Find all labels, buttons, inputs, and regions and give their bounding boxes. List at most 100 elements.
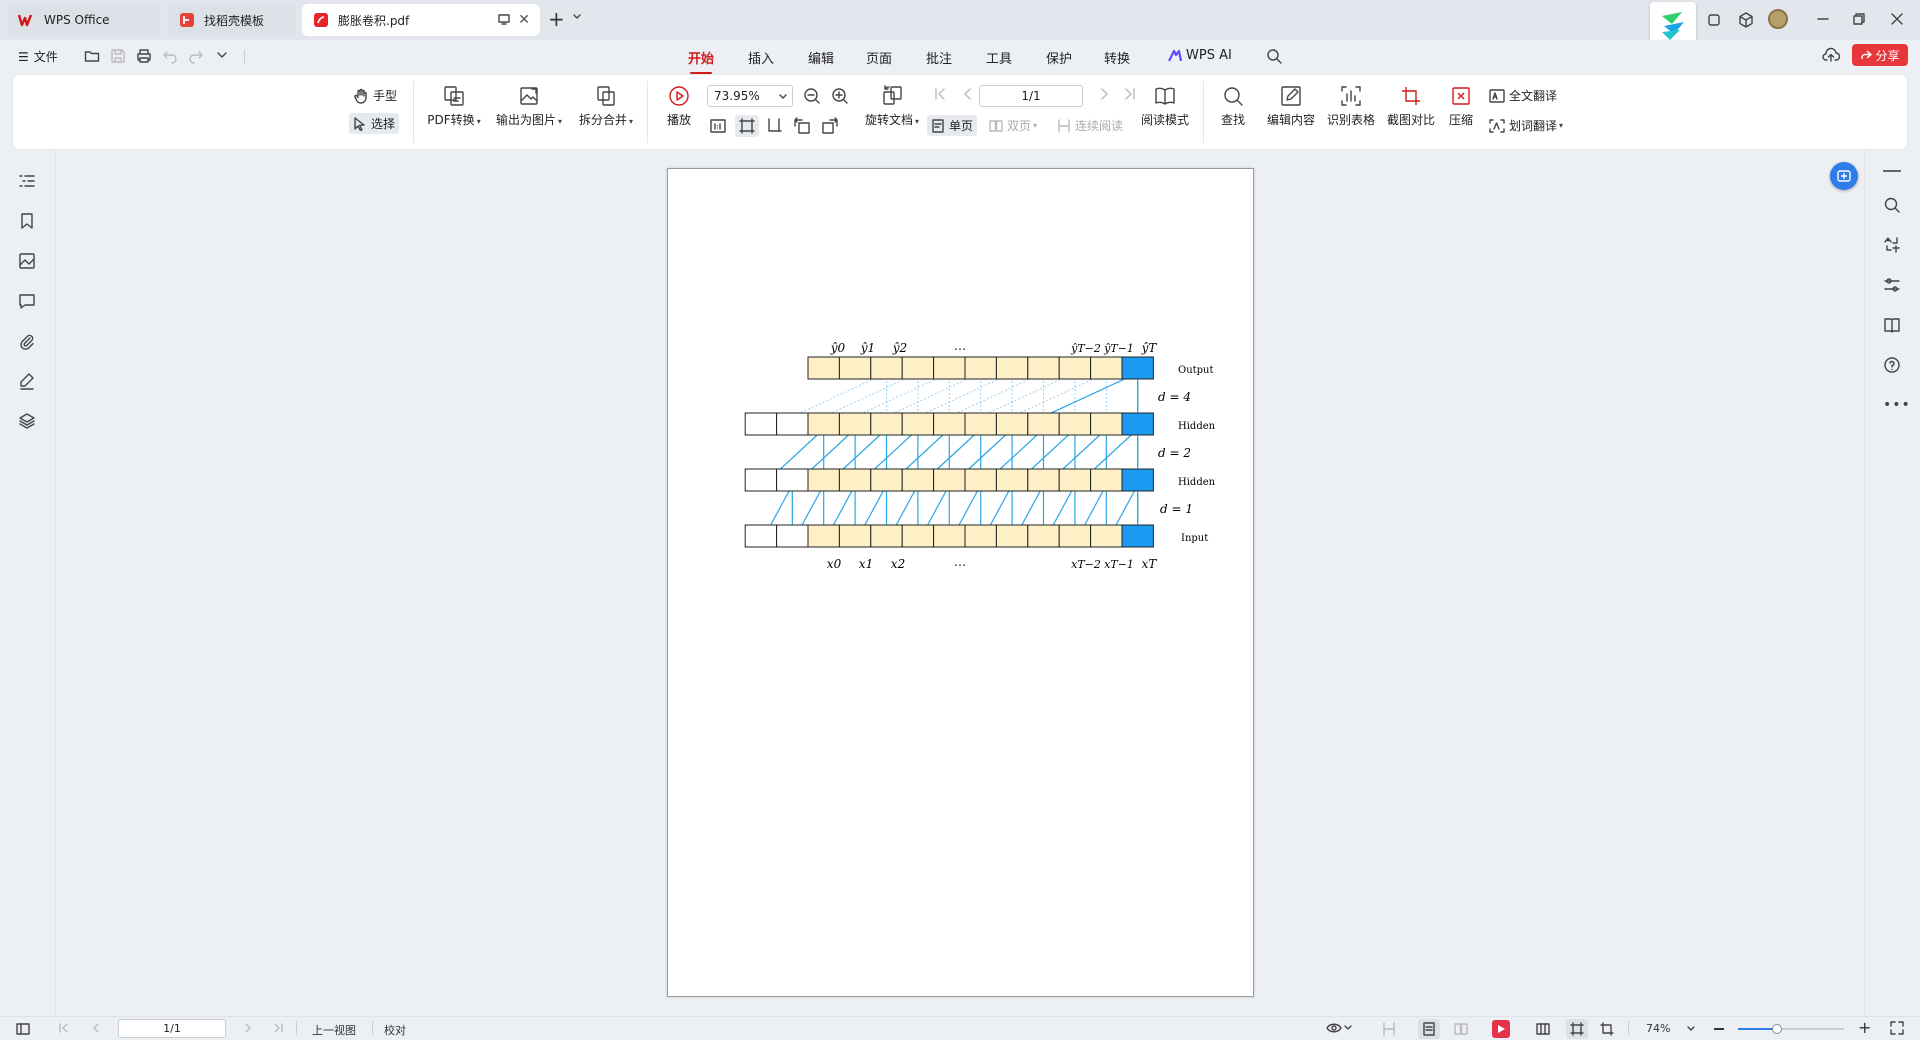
signature-icon[interactable] [18, 372, 36, 390]
more-chevron-icon[interactable] [216, 49, 228, 61]
translate-side-icon[interactable] [1883, 236, 1901, 254]
columns-icon[interactable] [1536, 1022, 1550, 1036]
chevron-down-icon[interactable] [1686, 1024, 1696, 1034]
minimize-icon[interactable] [1816, 12, 1830, 26]
avatar[interactable] [1768, 9, 1788, 29]
recognize-table-button[interactable]: 识别表格 [1323, 85, 1379, 128]
rotate-right-icon[interactable] [821, 117, 839, 135]
close-window-icon[interactable] [1890, 12, 1904, 26]
menu-tab-home[interactable]: 开始 [688, 48, 714, 67]
tab-pdf-document[interactable]: 膨胀卷积.pdf ✕ [302, 4, 540, 36]
multi-window-icon[interactable] [1706, 12, 1722, 28]
cloud-upload-icon[interactable] [1822, 47, 1840, 63]
tab-docer-templates[interactable]: 找稻壳模板 [168, 4, 296, 36]
crop-icon[interactable] [1600, 1022, 1614, 1036]
zoom-in-icon[interactable] [831, 87, 849, 105]
zoom-out-icon[interactable] [803, 87, 821, 105]
edit-content-button[interactable]: 编辑内容 [1263, 85, 1319, 128]
settings-sliders-icon[interactable] [1883, 276, 1901, 294]
pdf-convert-button[interactable]: PDF转换 ▾ [425, 85, 483, 128]
fit-page-status-button[interactable] [1566, 1019, 1588, 1039]
find-button[interactable]: 查找 [1215, 85, 1251, 128]
attachment-icon[interactable] [18, 332, 36, 350]
menu-tab-comment[interactable]: 批注 [926, 48, 952, 67]
rotate-left-icon[interactable] [793, 117, 811, 135]
undo-icon[interactable] [162, 48, 178, 64]
cube-icon[interactable] [1738, 12, 1754, 28]
first-page-icon[interactable] [58, 1022, 70, 1034]
fit-width-status-icon[interactable] [1382, 1022, 1396, 1036]
next-page-icon[interactable] [1097, 87, 1111, 101]
file-menu[interactable]: ☰ 文件 [18, 48, 58, 65]
eye-icon[interactable] [1326, 1021, 1352, 1035]
menu-tab-insert[interactable]: 插入 [748, 48, 774, 67]
next-page-icon[interactable] [242, 1022, 254, 1034]
wps-ai-tab[interactable]: WPS AI [1168, 48, 1232, 63]
play-status-button[interactable] [1492, 1020, 1510, 1038]
play-button[interactable]: 播放 [661, 85, 697, 128]
search-icon[interactable] [1266, 48, 1282, 64]
chevron-down-icon[interactable] [572, 12, 582, 22]
redo-icon[interactable] [188, 48, 204, 64]
fit-width-icon[interactable] [765, 117, 783, 135]
save-icon[interactable] [110, 48, 126, 64]
compress-button[interactable]: 压缩 [1443, 85, 1479, 128]
window-icon[interactable] [498, 13, 510, 25]
screenshot-compare-button[interactable]: 截图对比 [1383, 85, 1439, 128]
split-merge-button[interactable]: 拆分合并 ▾ [575, 85, 637, 128]
help-icon[interactable] [1883, 356, 1901, 374]
more-icon[interactable]: ••• [1883, 398, 1911, 412]
close-tab-icon[interactable]: ✕ [518, 12, 530, 28]
share-button[interactable]: 分享 [1852, 44, 1908, 66]
menu-tab-protect[interactable]: 保护 [1046, 48, 1072, 67]
last-page-icon[interactable] [1123, 87, 1137, 101]
hand-tool-button[interactable]: 手型 [353, 87, 397, 104]
zoom-select[interactable]: 73.95% [707, 85, 793, 107]
last-page-icon[interactable] [272, 1022, 284, 1034]
print-icon[interactable] [136, 48, 152, 64]
proofread-button[interactable]: 校对 [384, 1022, 406, 1038]
menu-tab-tools[interactable]: 工具 [986, 48, 1012, 67]
full-translate-button[interactable]: 全文翻译 [1489, 87, 1557, 104]
layers-icon[interactable] [18, 412, 36, 430]
comment-icon[interactable] [18, 292, 36, 310]
double-page-status-icon[interactable] [1454, 1022, 1468, 1036]
zoom-percent[interactable]: 74% [1646, 1022, 1670, 1035]
double-page-button[interactable]: 双页 ▾ [989, 117, 1037, 134]
prev-page-icon[interactable] [961, 87, 975, 101]
menu-tab-page[interactable]: 页面 [866, 48, 892, 67]
page-number-input[interactable]: 1/1 [979, 85, 1083, 107]
outline-icon[interactable] [18, 172, 36, 190]
reading-mode-button[interactable]: 阅读模式 [1139, 85, 1191, 128]
prev-page-icon[interactable] [90, 1022, 102, 1034]
word-translate-button[interactable]: 划词翻译 ▾ [1489, 117, 1563, 134]
collapse-icon[interactable] [1883, 170, 1901, 172]
zoom-slider[interactable] [1738, 1024, 1844, 1034]
thumbnail-icon[interactable] [18, 252, 36, 270]
single-page-button[interactable]: 单页 [927, 115, 978, 136]
document-view-icon[interactable] [1883, 316, 1901, 334]
open-folder-icon[interactable] [84, 48, 100, 64]
rotate-document-button[interactable]: 旋转文档 ▾ [861, 85, 923, 128]
continuous-reading-button[interactable]: 连续阅读 [1057, 117, 1123, 134]
new-tab-icon[interactable]: + [548, 9, 565, 29]
zoom-minus-icon[interactable] [1714, 1028, 1724, 1030]
menu-tab-edit[interactable]: 编辑 [808, 48, 834, 67]
previous-view-button[interactable]: 上一视图 [312, 1022, 356, 1038]
first-page-icon[interactable] [933, 87, 947, 101]
restore-icon[interactable] [1852, 12, 1866, 26]
sidebar-toggle-icon[interactable] [16, 1022, 30, 1036]
zoom-plus-icon[interactable]: + [1858, 1020, 1871, 1036]
tab-wps-office[interactable]: WPS Office [8, 4, 160, 36]
menu-tab-convert[interactable]: 转换 [1104, 48, 1130, 67]
bookmark-icon[interactable] [18, 212, 36, 230]
zoom-slider-knob[interactable] [1772, 1024, 1783, 1034]
actual-size-icon[interactable] [709, 117, 727, 135]
ai-assistant-button[interactable] [1830, 162, 1858, 190]
export-image-button[interactable]: 输出为图片 ▾ [493, 85, 565, 128]
fullscreen-icon[interactable] [1890, 1021, 1904, 1035]
fit-page-button[interactable] [735, 115, 759, 137]
status-page-input[interactable]: 1/1 [118, 1019, 226, 1038]
single-page-status-button[interactable] [1418, 1019, 1440, 1039]
select-tool-button[interactable]: 选择 [349, 113, 400, 134]
